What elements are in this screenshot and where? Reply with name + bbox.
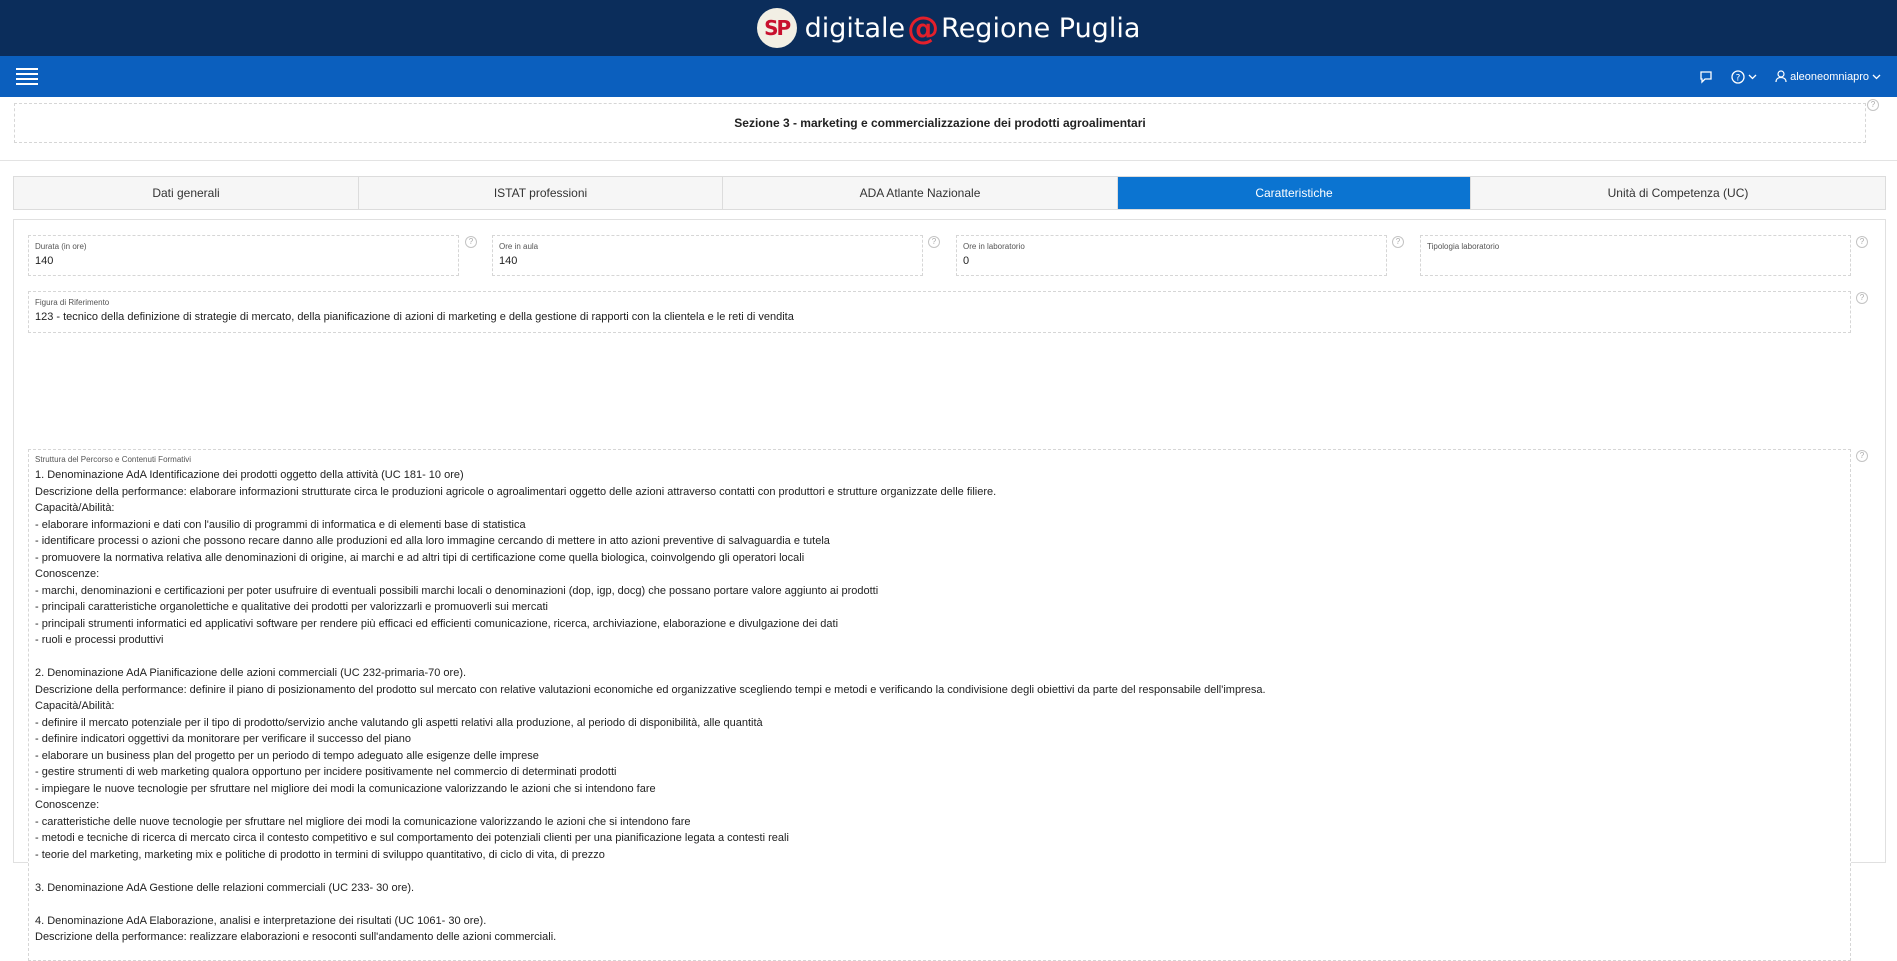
ore-aula-label: Ore in aula [499,242,539,251]
ore-laboratorio-field[interactable]: Ore in laboratorio 0 [956,235,1387,276]
help-icon[interactable]: ? [1856,292,1868,304]
tab-bar: Dati generali ISTAT professioni ADA Atla… [13,176,1886,210]
caratteristiche-panel: Durata (in ore) 140 ? Ore in aula 140 ? … [13,219,1886,961]
chat-icon[interactable] [1699,70,1713,84]
main-content: Sezione 3 - marketing e commercializzazi… [0,97,1897,961]
chevron-down-icon [1748,74,1757,80]
struttura-percorso-text: 1. Denominazione AdA Identificazione dei… [35,469,1266,943]
help-menu[interactable]: ? [1731,69,1757,84]
brand-title: digitale @ Regione Puglia [805,9,1141,47]
figura-riferimento-label: Figura di Riferimento [35,298,110,307]
brand[interactable]: SP digitale @ Regione Puglia [756,8,1141,48]
durata-field[interactable]: Durata (in ore) 140 [28,235,459,276]
chevron-down-icon [1872,74,1881,80]
section-header: Sezione 3 - marketing e commercializzazi… [14,103,1866,143]
struttura-percorso-label: Struttura del Percorso e Contenuti Forma… [35,455,192,464]
tab-caratteristiche[interactable]: Caratteristiche [1118,177,1471,209]
tab-dati-generali[interactable]: Dati generali [14,177,359,209]
help-icon[interactable]: ? [1856,236,1868,248]
menu-icon[interactable] [16,67,38,86]
tab-unita-di-competenza[interactable]: Unità di Competenza (UC) [1471,177,1885,209]
durata-label: Durata (in ore) [35,242,87,251]
tab-istat-professioni[interactable]: ISTAT professioni [359,177,723,209]
figura-riferimento-field[interactable]: Figura di Riferimento 123 - tecnico dell… [28,291,1851,333]
nav-bar: ? aleoneomniapro [0,56,1897,97]
section-title: Sezione 3 - marketing e commercializzazi… [734,116,1146,130]
username: aleoneomniapro [1790,70,1869,83]
user-menu[interactable]: aleoneomniapro [1775,70,1881,83]
tipologia-laboratorio-field[interactable]: Tipologia laboratorio [1420,235,1851,276]
struttura-percorso-field[interactable]: Struttura del Percorso e Contenuti Forma… [28,449,1851,961]
tipologia-laboratorio-label: Tipologia laboratorio [1427,242,1500,251]
durata-value: 140 [35,255,54,267]
help-icon[interactable]: ? [1392,236,1404,248]
brand-prefix: digitale [804,12,906,44]
ore-laboratorio-value: 0 [963,255,970,267]
divider [0,160,1897,161]
brand-at: @ [907,9,940,47]
regione-puglia-logo-icon: SP [756,8,797,48]
help-icon[interactable]: ? [1867,99,1879,111]
help-icon[interactable]: ? [1856,450,1868,462]
top-banner: SP digitale @ Regione Puglia [0,0,1897,56]
ore-aula-field[interactable]: Ore in aula 140 [492,235,923,276]
tab-ada-atlante-nazionale[interactable]: ADA Atlante Nazionale [723,177,1118,209]
help-icon[interactable]: ? [465,236,477,248]
user-icon [1775,70,1787,83]
brand-suffix: Regione Puglia [941,12,1141,44]
help-icon[interactable]: ? [928,236,940,248]
figura-riferimento-value: 123 - tecnico della definizione di strat… [35,311,794,323]
ore-laboratorio-label: Ore in laboratorio [963,242,1025,251]
nav-actions: ? aleoneomniapro [1699,69,1881,84]
svg-text:?: ? [1736,73,1741,83]
help-circle-icon: ? [1731,69,1745,84]
ore-aula-value: 140 [499,255,518,267]
